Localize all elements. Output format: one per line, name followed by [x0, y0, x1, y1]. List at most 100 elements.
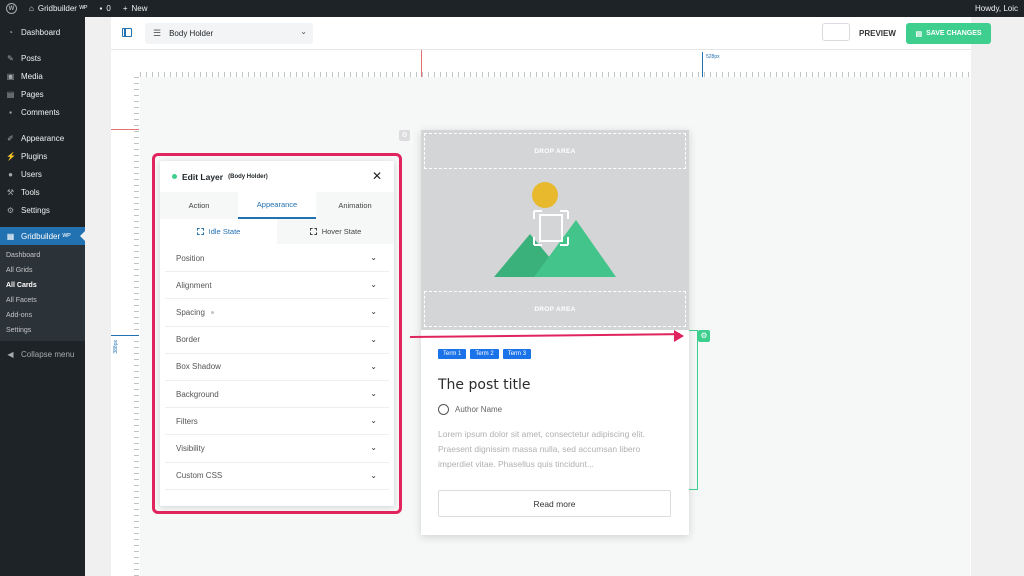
admin-sidebar: ◔ Dashboard ✎ Posts ▣ Media ▤ Pages ▪ Comment…: [0, 17, 85, 576]
collapse-icon: ◀: [7, 349, 14, 359]
ruler-horizontal: [140, 63, 970, 77]
ruler-marker-top[interactable]: [702, 52, 703, 77]
sidebar-item-tools[interactable]: ⚒ Tools: [0, 183, 85, 201]
state-tabs: Idle State Hover State: [160, 219, 394, 244]
wordpress-icon: W: [6, 3, 17, 14]
author-name: Author Name: [455, 405, 503, 414]
site-name-link[interactable]: ⌂ Gridbuilder ᵂᴾ: [23, 0, 94, 17]
gridbuilder-submenu: Dashboard All Grids All Cards All Facets…: [0, 245, 85, 341]
idle-state-icon: [196, 228, 204, 235]
read-more-button[interactable]: Read more: [438, 490, 671, 517]
sidebar-item-settings[interactable]: ⚙ Settings: [0, 201, 85, 219]
plugin-icon: ⚡: [6, 151, 16, 161]
annotation-arrow-head: [674, 330, 684, 342]
ruler-height-readout: 388px: [113, 340, 119, 354]
sidebar-item-plugins[interactable]: ⚡ Plugins: [0, 147, 85, 165]
sidebar-item-posts[interactable]: ✎ Posts: [0, 49, 85, 67]
tab-animation[interactable]: Animation: [316, 192, 394, 219]
author-block[interactable]: Author Name: [438, 404, 502, 415]
list-icon: ☰: [153, 28, 162, 38]
term-badge[interactable]: Term 1: [438, 349, 467, 359]
tab-appearance[interactable]: Appearance: [238, 192, 316, 219]
section-position[interactable]: Position ⌄: [165, 245, 389, 273]
tab-idle-state[interactable]: Idle State: [160, 219, 277, 244]
chevron-down-icon: ⌄: [370, 307, 377, 317]
chevron-down-icon: ⌄: [370, 470, 377, 480]
ruler-vertical: [127, 77, 139, 576]
sidebar-item-gridbuilder[interactable]: ▦ Gridbuilder ᵂᴾ: [0, 227, 85, 245]
card-media-holder[interactable]: DROP AREA DROP AREA: [421, 130, 689, 330]
comment-icon: ▪: [9, 107, 12, 117]
panel-toggle-icon[interactable]: [122, 28, 132, 37]
image-placeholder-icon: [494, 182, 616, 277]
chevron-down-icon: ⌄: [370, 388, 377, 398]
status-dot-icon: [172, 174, 177, 179]
edit-layer-panel: Edit Layer (Body Holder) ✕ Action Appear…: [160, 161, 394, 506]
tab-action[interactable]: Action: [160, 192, 238, 219]
body-holder-outline: [689, 330, 698, 490]
wp-logo-menu[interactable]: W: [0, 0, 23, 17]
sidebar-item-media[interactable]: ▣ Media: [0, 67, 85, 85]
section-box-shadow[interactable]: Box Shadow ⌄: [165, 354, 389, 381]
section-background[interactable]: Background ⌄: [165, 381, 389, 409]
ruler-guide-top: [421, 50, 422, 77]
card-settings-icon[interactable]: ⚙: [399, 130, 410, 141]
settings-icon: ⚙: [6, 205, 15, 215]
sidebar-item-dashboard[interactable]: ◔ Dashboard: [0, 23, 85, 41]
user-icon: ●: [8, 169, 13, 179]
home-icon: ⌂: [29, 4, 34, 13]
tab-hover-state[interactable]: Hover State: [277, 219, 394, 244]
submenu-item-dashboard[interactable]: Dashboard: [0, 248, 85, 263]
submenu-item-settings[interactable]: Settings: [0, 323, 85, 338]
sidebar-item-comments[interactable]: ▪ Comments: [0, 103, 85, 121]
section-filters[interactable]: Filters ⌄: [165, 408, 389, 436]
account-menu[interactable]: Howdy, Loic: [969, 0, 1024, 17]
chevron-down-icon: ⌄: [370, 253, 377, 262]
panel-subtitle: (Body Holder): [228, 173, 268, 180]
new-content-link[interactable]: + New: [117, 0, 154, 17]
submenu-item-all-facets[interactable]: All Facets: [0, 293, 85, 308]
panel-tabs: Action Appearance Animation: [160, 192, 394, 219]
media-icon: ▣: [6, 71, 15, 81]
sidebar-item-pages[interactable]: ▤ Pages: [0, 85, 85, 103]
collapse-menu-button[interactable]: ◀ Collapse menu: [0, 345, 85, 363]
brush-icon: ✐: [7, 133, 14, 143]
drop-area-top[interactable]: DROP AREA: [424, 133, 686, 169]
chevron-down-icon: ⌄: [300, 27, 307, 36]
layer-select[interactable]: ☰ Body Holder ⌄: [145, 23, 313, 44]
submenu-item-all-grids[interactable]: All Grids: [0, 263, 85, 278]
page-icon: ▤: [6, 89, 15, 99]
ruler-guide-left: [111, 129, 139, 130]
section-spacing[interactable]: Spacing ⌄: [165, 299, 389, 327]
save-icon: ▤: [915, 30, 923, 38]
section-visibility[interactable]: Visibility ⌄: [165, 435, 389, 463]
admin-bar: W ⌂ Gridbuilder ᵂᴾ ▪ 0 + New Howdy, Loic: [0, 0, 1024, 17]
submenu-item-add-ons[interactable]: Add-ons: [0, 308, 85, 323]
close-icon[interactable]: ✕: [372, 169, 382, 183]
sidebar-item-appearance[interactable]: ✐ Appearance: [0, 129, 85, 147]
submenu-item-all-cards[interactable]: All Cards: [0, 278, 85, 293]
body-holder-gear-icon[interactable]: ⚙: [698, 330, 710, 342]
term-badge[interactable]: Term 3: [502, 349, 532, 359]
gridbuilder-icon: ▦: [6, 231, 15, 241]
post-title[interactable]: The post title: [438, 377, 531, 393]
preview-label[interactable]: PREVIEW: [859, 29, 896, 38]
term-badge[interactable]: Term 2: [470, 349, 499, 359]
save-changes-button[interactable]: ▤ SAVE CHANGES: [906, 23, 991, 44]
drop-area-bottom[interactable]: DROP AREA: [424, 291, 686, 327]
chevron-down-icon: ⌄: [370, 280, 377, 290]
preview-toggle[interactable]: [822, 23, 850, 41]
terms-list: Term 1 Term 2 Term 3: [438, 349, 532, 359]
sidebar-item-users[interactable]: ● Users: [0, 165, 85, 183]
dashboard-icon: ◔: [8, 27, 13, 37]
chevron-down-icon: ⌄: [370, 361, 377, 371]
section-alignment[interactable]: Alignment ⌄: [165, 272, 389, 300]
post-excerpt[interactable]: Lorem ipsum dolor sit amet, consectetur …: [438, 427, 674, 472]
chevron-down-icon: ⌄: [370, 416, 377, 426]
comments-link[interactable]: ▪ 0: [94, 0, 117, 17]
section-custom-css[interactable]: Custom CSS ⌄: [165, 463, 389, 490]
ruler-marker-left[interactable]: [111, 335, 139, 336]
section-border[interactable]: Border ⌄: [165, 327, 389, 354]
panel-title: Edit Layer: [182, 171, 224, 182]
modified-dot-icon: [210, 310, 214, 314]
